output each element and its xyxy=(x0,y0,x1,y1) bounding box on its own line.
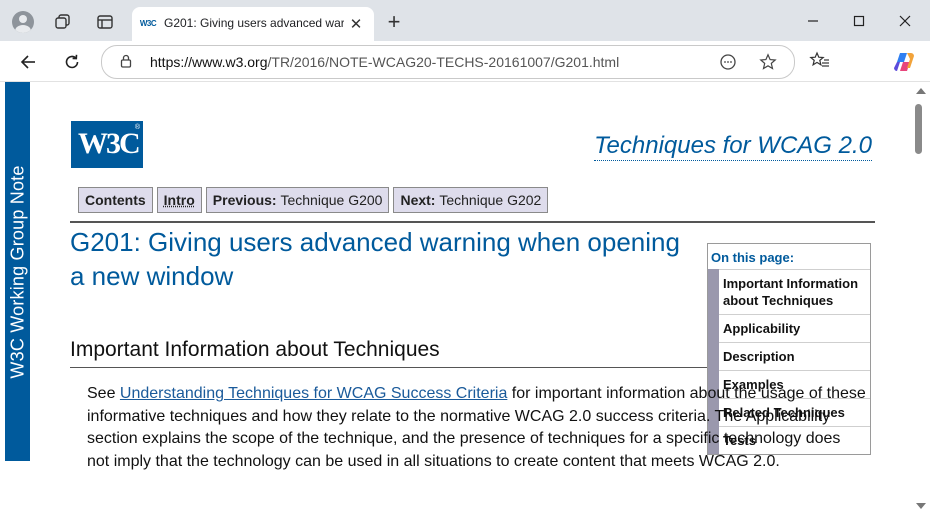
nav-next-label: Next: xyxy=(400,192,436,208)
nav-intro-label: Intro xyxy=(163,192,195,208)
window-close-icon[interactable] xyxy=(885,8,925,34)
toc-item-important-information[interactable]: Important Information about Techniques xyxy=(719,269,870,314)
nav-previous-value: Technique G200 xyxy=(280,192,383,208)
minimize-icon[interactable] xyxy=(793,8,833,34)
understanding-techniques-link[interactable]: Understanding Techniques for WCAG Succes… xyxy=(120,385,507,402)
tab-title: G201: Giving users advanced warn xyxy=(164,16,344,30)
tab-actions-icon[interactable] xyxy=(92,9,118,35)
nav-contents-label: Contents xyxy=(85,192,146,208)
w3c-favicon-icon: W3C xyxy=(139,19,157,28)
reload-icon[interactable] xyxy=(58,48,86,76)
page-title: G201: Giving users advanced warning when… xyxy=(70,227,680,291)
new-tab-icon[interactable]: + xyxy=(382,11,406,35)
header-divider xyxy=(70,221,875,223)
favorites-icon[interactable] xyxy=(809,51,833,73)
close-icon[interactable]: ✕ xyxy=(346,14,366,34)
nav-intro-button[interactable]: Intro xyxy=(156,187,202,213)
nav-next-button[interactable]: Next: Technique G202 xyxy=(393,187,549,213)
para-before: See xyxy=(87,385,120,402)
page-viewport: W3C Working Group Note W3C ® Techniques … xyxy=(0,82,911,523)
url-path: /TR/2016/NOTE-WCAG20-TECHS-20161007/G201… xyxy=(267,54,620,70)
logo-registered-mark: ® xyxy=(134,124,140,131)
scrollbar-thumb[interactable] xyxy=(915,104,922,154)
browser-titlebar: W3C G201: Giving users advanced warn ✕ + xyxy=(0,0,930,41)
sidebar-label: W3C Working Group Note xyxy=(7,164,27,379)
address-bar[interactable]: https://www.w3.org/TR/2016/NOTE-WCAG20-T… xyxy=(101,45,795,79)
section-heading: Important Information about Techniques xyxy=(70,335,707,368)
doc-title-link[interactable]: Techniques for WCAG 2.0 xyxy=(594,132,872,161)
url-host: https://www.w3.org xyxy=(150,54,268,70)
browser-toolbar: https://www.w3.org/TR/2016/NOTE-WCAG20-T… xyxy=(0,41,930,82)
scroll-down-icon[interactable] xyxy=(916,503,926,509)
intro-paragraph: See Understanding Techniques for WCAG Su… xyxy=(87,383,867,473)
logo-text: W3C xyxy=(78,127,141,160)
browser-tab[interactable]: W3C G201: Giving users advanced warn ✕ xyxy=(132,7,374,41)
lock-icon[interactable] xyxy=(119,54,133,68)
copilot-icon[interactable] xyxy=(893,50,917,74)
toc-item-description[interactable]: Description xyxy=(719,342,870,370)
working-group-note-sidebar: W3C Working Group Note xyxy=(5,82,30,461)
toc-heading: On this page: xyxy=(711,250,795,265)
w3c-logo[interactable]: W3C ® xyxy=(71,121,143,168)
page-nav: Contents Intro Previous: Technique G200 … xyxy=(78,187,549,213)
favorite-star-icon[interactable] xyxy=(758,52,778,72)
workspaces-icon[interactable] xyxy=(50,9,76,35)
nav-contents-button[interactable]: Contents xyxy=(78,187,153,213)
page-scrollbar[interactable] xyxy=(911,82,930,523)
scroll-up-icon[interactable] xyxy=(916,88,926,94)
nav-previous-label: Previous: xyxy=(212,192,277,208)
nav-previous-button[interactable]: Previous: Technique G200 xyxy=(205,187,390,213)
back-icon[interactable] xyxy=(14,48,42,76)
url-text[interactable]: https://www.w3.org/TR/2016/NOTE-WCAG20-T… xyxy=(150,54,619,70)
profile-icon[interactable] xyxy=(10,9,36,35)
maximize-icon[interactable] xyxy=(839,8,879,34)
nav-next-value: Technique G202 xyxy=(439,192,542,208)
toc-item-applicability[interactable]: Applicability xyxy=(719,314,870,342)
read-aloud-icon[interactable] xyxy=(718,52,738,72)
